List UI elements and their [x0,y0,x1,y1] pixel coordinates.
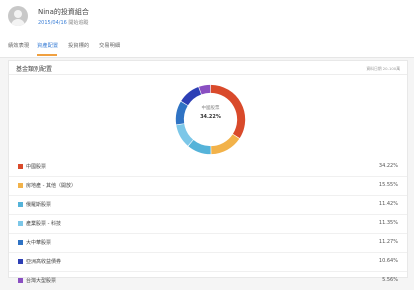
donut-slice[interactable] [188,139,211,155]
legend-swatch [18,259,23,264]
legend-row[interactable]: 亞洲高收益債券 10.64% [9,252,407,272]
portfolio-title: Nina的投資組合 [38,8,89,16]
donut-slice[interactable] [210,134,240,155]
legend-swatch [18,202,23,207]
donut-slice[interactable] [210,84,246,139]
legend-percent: 11.35% [378,220,398,226]
tab-allocation[interactable]: 資產配置 [37,41,58,49]
legend-row[interactable]: 俄羅斯股票 11.42% [9,195,407,215]
legend-row[interactable]: 台灣大型股票 5.56% [9,271,407,290]
donut-slice[interactable] [181,87,202,106]
legend-name: 亞洲高收益債券 [26,259,62,265]
legend-row[interactable]: 房地產 - 其他（開放） 15.55% [9,176,407,196]
portfolio-start-date: 2015/04/16 開始追蹤 [38,19,88,26]
legend-row[interactable]: 中國股票 34.22% [9,157,407,177]
legend-name: 房地產 - 其他（開放） [26,183,76,189]
legend-percent: 10.64% [378,258,398,264]
tab-performance[interactable]: 績效表現 [8,41,29,49]
start-date-value: 2015/04/16 [38,20,67,26]
portfolio-tabs: 績效表現 資產配置 投資標的 交易明細 [0,38,414,58]
legend-name: 台灣大型股票 [26,278,57,284]
donut-slice[interactable] [198,84,211,95]
allocation-title: 基金類別配置 [16,66,53,73]
legend-name: 中國股票 [26,164,47,170]
donut-center-label: 中國股票 [201,106,220,111]
legend-row[interactable]: 大中華股票 11.27% [9,233,407,253]
legend-row[interactable]: 產業股票 - 科技 11.35% [9,214,407,234]
portfolio-page: Nina的投資組合 2015/04/16 開始追蹤 績效表現 資產配置 投資標的… [0,0,414,284]
legend-name: 俄羅斯股票 [26,202,52,208]
tab-holdings[interactable]: 投資標的 [68,41,89,49]
legend-swatch [18,240,23,245]
legend-swatch [18,164,23,169]
legend-swatch [18,221,23,226]
allocation-card: 基金類別配置 資料日期 20-100萬 中國股票 34.22% 中國股票 34.2… [8,60,408,284]
legend-name: 產業股票 - 科技 [26,221,61,227]
legend-swatch [18,183,23,188]
card-divider [9,74,407,75]
tab-transactions[interactable]: 交易明細 [99,41,120,49]
legend-name: 大中華股票 [26,240,52,246]
donut-slice[interactable] [176,123,194,146]
legend-percent: 11.42% [378,201,398,207]
legend-percent: 34.22% [378,163,398,169]
legend-percent: 15.55% [378,182,398,188]
legend-percent: 5.56% [382,277,398,283]
start-date-suffix: 開始追蹤 [68,20,89,26]
legend-percent: 11.27% [378,239,398,245]
legend-swatch [18,278,23,283]
avatar[interactable] [8,6,28,26]
portfolio-header: Nina的投資組合 2015/04/16 開始追蹤 績效表現 資產配置 投資標的… [0,0,414,58]
donut-center-value: 34.22% [200,114,221,120]
active-tab-indicator [37,54,57,56]
allocation-note: 資料日期 20-100萬 [366,66,400,71]
